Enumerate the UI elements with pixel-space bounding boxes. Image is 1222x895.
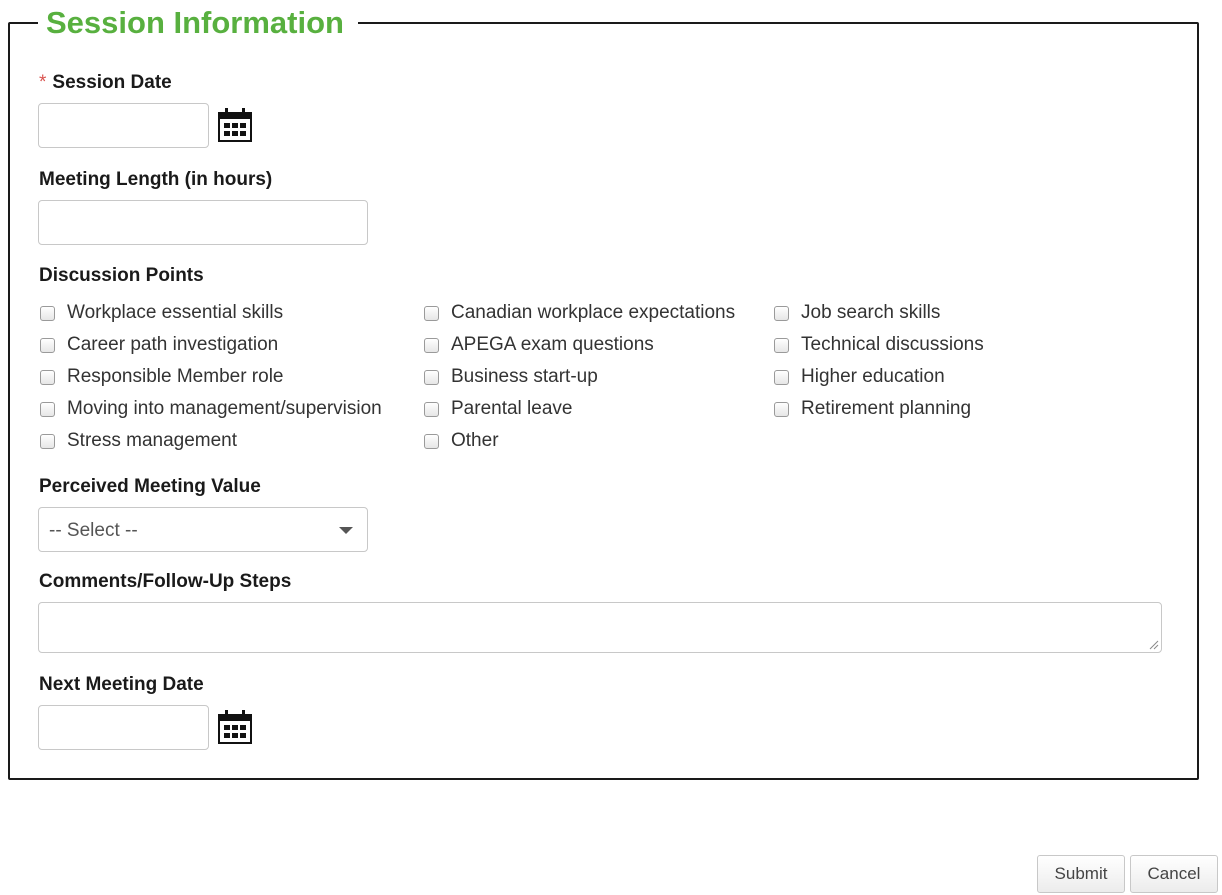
checkbox-label: Responsible Member role [67, 366, 284, 387]
checkbox-label: Canadian workplace expectations [451, 302, 736, 323]
resize-handle-icon[interactable] [1149, 640, 1159, 650]
checkbox[interactable] [40, 337, 55, 353]
meeting-length-label: Meeting Length (in hours) [39, 169, 273, 190]
checkbox-higher-education[interactable]: Higher education [774, 366, 945, 388]
checkbox-label: Job search skills [801, 302, 941, 323]
checkbox[interactable] [40, 369, 55, 385]
comments-textarea[interactable] [38, 602, 1162, 653]
required-marker: * [39, 72, 47, 93]
checkbox[interactable] [774, 369, 789, 385]
checkbox[interactable] [40, 401, 55, 417]
chevron-down-icon [339, 527, 353, 534]
checkbox[interactable] [424, 433, 439, 449]
session-date-label: * Session Date [39, 72, 172, 94]
perceived-meeting-value-select[interactable]: -- Select -- [38, 507, 368, 552]
select-value: -- Select -- [49, 520, 138, 541]
calendar-icon[interactable] [216, 709, 254, 745]
checkbox-label: Higher education [801, 366, 945, 387]
discussion-points-label: Discussion Points [39, 265, 204, 286]
checkbox-canadian-workplace-expectations[interactable]: Canadian workplace expectations [424, 302, 735, 324]
checkbox[interactable] [40, 305, 55, 321]
checkbox-technical-discussions[interactable]: Technical discussions [774, 334, 984, 356]
checkbox-other[interactable]: Other [424, 430, 499, 452]
checkbox[interactable] [424, 305, 439, 321]
checkbox-retirement-planning[interactable]: Retirement planning [774, 398, 971, 420]
calendar-icon[interactable] [216, 107, 254, 143]
checkbox-moving-into-management[interactable]: Moving into management/supervision [40, 398, 382, 420]
checkbox[interactable] [40, 433, 55, 449]
checkbox-label: Workplace essential skills [67, 302, 284, 323]
checkbox-job-search-skills[interactable]: Job search skills [774, 302, 940, 324]
checkbox-label: Other [451, 430, 499, 451]
checkbox-label: Career path investigation [67, 334, 279, 355]
checkbox-label: Stress management [67, 430, 238, 451]
session-date-input[interactable] [38, 103, 209, 148]
meeting-length-input[interactable] [38, 200, 368, 245]
comments-label: Comments/Follow-Up Steps [39, 571, 292, 592]
checkbox-responsible-member-role[interactable]: Responsible Member role [40, 366, 284, 388]
checkbox-parental-leave[interactable]: Parental leave [424, 398, 572, 420]
checkbox[interactable] [774, 401, 789, 417]
session-date-label-text: Session Date [52, 72, 172, 93]
checkbox-label: APEGA exam questions [451, 334, 654, 355]
checkbox[interactable] [774, 305, 789, 321]
next-meeting-date-input[interactable] [38, 705, 209, 750]
checkbox-career-path-investigation[interactable]: Career path investigation [40, 334, 278, 356]
checkbox-business-start-up[interactable]: Business start-up [424, 366, 598, 388]
perceived-meeting-value-label: Perceived Meeting Value [39, 476, 261, 497]
checkbox-stress-management[interactable]: Stress management [40, 430, 237, 452]
checkbox[interactable] [424, 369, 439, 385]
checkbox-label: Parental leave [451, 398, 573, 419]
submit-button[interactable]: Submit [1037, 855, 1125, 893]
checkbox-label: Technical discussions [801, 334, 984, 355]
checkbox-workplace-essential-skills[interactable]: Workplace essential skills [40, 302, 283, 324]
fieldset-legend: Session Information [38, 5, 358, 41]
checkbox[interactable] [424, 401, 439, 417]
checkbox-apega-exam-questions[interactable]: APEGA exam questions [424, 334, 654, 356]
checkbox-label: Business start-up [451, 366, 598, 387]
checkbox[interactable] [424, 337, 439, 353]
checkbox-label: Moving into management/supervision [67, 398, 382, 419]
cancel-button[interactable]: Cancel [1130, 855, 1218, 893]
next-meeting-date-label: Next Meeting Date [39, 674, 204, 695]
checkbox[interactable] [774, 337, 789, 353]
checkbox-label: Retirement planning [801, 398, 972, 419]
